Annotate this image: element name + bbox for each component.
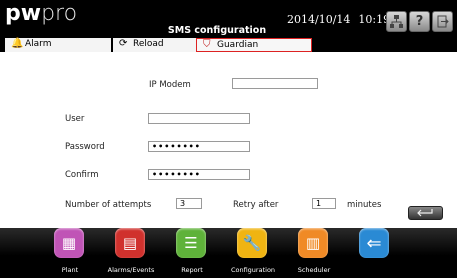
logo: pwpro (5, 2, 77, 26)
ip-modem-label: IP Modem (149, 80, 191, 90)
exit-button[interactable] (432, 11, 453, 32)
plant-icon: ▦ (54, 228, 84, 258)
nav-scheduler[interactable]: ▥ Scheduler (284, 226, 344, 278)
logo-part1: pw (5, 1, 42, 26)
exit-icon (437, 15, 449, 28)
network-button[interactable] (386, 11, 407, 32)
nav-label: Scheduler (297, 266, 331, 274)
confirm-label: Confirm (65, 170, 99, 180)
bell-icon: 🔔 (11, 38, 24, 49)
datetime: 2014/10/14 10:19 (287, 13, 398, 26)
user-input[interactable] (148, 113, 250, 124)
tab-alarm[interactable]: 🔔 Alarm (5, 38, 111, 52)
reload-icon: ⟳ (119, 38, 128, 49)
help-button[interactable]: ? (409, 11, 430, 32)
retry-input[interactable]: 1 (312, 198, 336, 209)
help-icon: ? (415, 14, 424, 29)
apply-button[interactable] (408, 206, 443, 220)
network-icon (390, 15, 403, 28)
confirm-input[interactable]: •••••••• (148, 169, 250, 180)
scheduler-icon: ▥ (298, 228, 328, 258)
password-input[interactable]: •••••••• (148, 141, 250, 152)
back-arrow-icon: ⇐ (359, 228, 389, 258)
ip-modem-input[interactable] (232, 78, 318, 89)
user-label: User (65, 114, 85, 124)
retry-label: Retry after (233, 200, 279, 210)
tab-label: Reload (133, 39, 164, 49)
alarms-events-icon: ▤ (115, 228, 145, 258)
retry-unit-label: minutes (347, 200, 382, 210)
header-bar: pwpro SMS configuration 2014/10/14 10:19 … (0, 0, 457, 38)
tab-label: Guardian (217, 40, 259, 50)
password-label: Password (65, 142, 105, 152)
tab-bar: 🔔 Alarm ⟳ Reload ⛉ Guardian (0, 38, 457, 52)
attempts-label: Number of attempts (65, 200, 152, 210)
date-text: 2014/10/14 (287, 13, 351, 26)
page-title: SMS configuration (167, 25, 267, 36)
guardian-icon: ⛉ (203, 39, 211, 50)
wrench-icon: 🔧 (237, 228, 267, 258)
tab-guardian[interactable]: ⛉ Guardian (196, 38, 312, 52)
logo-part2: pro (41, 1, 78, 26)
attempts-input[interactable]: 3 (176, 198, 202, 209)
tab-label: Alarm (25, 39, 52, 49)
nav-back[interactable]: ⇐ (345, 226, 405, 278)
report-icon: ☰ (176, 228, 206, 258)
enter-icon (416, 209, 433, 217)
